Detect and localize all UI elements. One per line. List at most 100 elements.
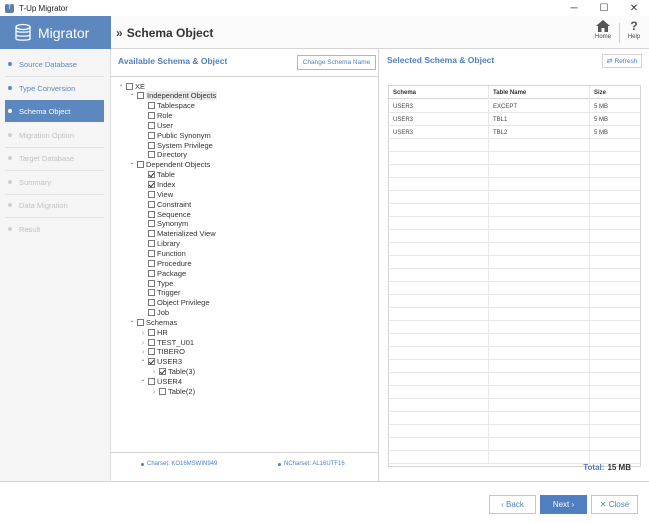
- tree-checkbox[interactable]: [159, 387, 166, 395]
- close-button[interactable]: ✕ Close: [591, 495, 638, 514]
- tree-node[interactable]: Library: [139, 239, 180, 249]
- tree-checkbox[interactable]: [148, 249, 155, 257]
- table-cell: [489, 152, 590, 165]
- tree-checkbox[interactable]: [148, 378, 155, 385]
- tree-node[interactable]: ⌄ Dependent Objects: [128, 160, 210, 170]
- next-button[interactable]: Next ›: [540, 495, 587, 514]
- table-row[interactable]: USER3 TBL2 5 MB: [389, 126, 640, 139]
- collapse-chevron-icon[interactable]: ›: [150, 387, 158, 396]
- tree-checkbox[interactable]: [148, 121, 155, 129]
- tree-node[interactable]: Sequence: [139, 209, 191, 219]
- tree-checkbox[interactable]: [148, 289, 155, 297]
- tree-node[interactable]: › Table(3): [150, 367, 195, 377]
- close-window-button[interactable]: ✕: [619, 0, 649, 16]
- tree-node[interactable]: ⌄ USER4: [139, 377, 182, 387]
- change-schema-name-button[interactable]: Change Schema Name: [297, 55, 376, 70]
- selected-objects-table: Schema Table Name Size USER3 EXCEPT 5 MB USER3…: [388, 85, 641, 467]
- tree-node[interactable]: › Table(2): [150, 386, 195, 396]
- tree-checkbox[interactable]: [148, 102, 155, 110]
- tree-node[interactable]: Object Privilege: [139, 298, 210, 308]
- tree-node[interactable]: Role: [139, 111, 172, 121]
- table-cell: [389, 347, 489, 360]
- step-source-database[interactable]: Source Database: [5, 53, 104, 75]
- tree-checkbox[interactable]: [148, 358, 155, 366]
- tree-checkbox[interactable]: [159, 368, 166, 376]
- collapse-chevron-icon[interactable]: ›: [139, 347, 147, 356]
- tree-checkbox[interactable]: [148, 328, 155, 336]
- tree-checkbox[interactable]: [148, 309, 155, 317]
- tree-node[interactable]: Trigger: [139, 288, 180, 298]
- expand-chevron-icon[interactable]: ⌄: [117, 81, 125, 88]
- column-header[interactable]: Size: [590, 86, 640, 99]
- minimize-button[interactable]: ─: [559, 0, 589, 16]
- back-button[interactable]: ‹ Back: [489, 495, 536, 514]
- tree-checkbox[interactable]: [148, 171, 155, 179]
- tree-checkbox[interactable]: [148, 259, 155, 267]
- expand-chevron-icon[interactable]: ⌄: [128, 159, 136, 166]
- collapse-chevron-icon[interactable]: ›: [139, 338, 147, 347]
- collapse-chevron-icon[interactable]: ›: [150, 367, 158, 376]
- tree-node[interactable]: Type: [139, 278, 173, 288]
- tree-checkbox[interactable]: [148, 190, 155, 198]
- tree-checkbox[interactable]: [148, 151, 155, 159]
- tree-node-label: Table(3): [168, 367, 196, 377]
- tree-checkbox[interactable]: [148, 299, 155, 307]
- collapse-chevron-icon[interactable]: ›: [139, 328, 147, 337]
- empty-table-row: [389, 308, 640, 321]
- expand-chevron-icon[interactable]: ⌄: [139, 376, 147, 383]
- tree-node[interactable]: Index: [139, 180, 175, 190]
- tree-node[interactable]: View: [139, 189, 173, 199]
- tree-checkbox[interactable]: [148, 131, 155, 139]
- tree-checkbox[interactable]: [137, 318, 144, 326]
- tree-node[interactable]: ⌄ USER3: [139, 357, 182, 367]
- schema-object-tree[interactable]: ⌄ XE ⌄ Independent Objects Tablespace Role Use…: [111, 76, 379, 453]
- tree-node[interactable]: Materialized View: [139, 229, 216, 239]
- tree-checkbox[interactable]: [137, 161, 144, 169]
- tree-checkbox[interactable]: [148, 141, 155, 149]
- tree-node[interactable]: Table: [139, 170, 175, 180]
- tree-node[interactable]: Tablespace: [139, 101, 195, 111]
- refresh-button[interactable]: ⇄ Refresh: [602, 54, 642, 68]
- tree-checkbox[interactable]: [148, 240, 155, 248]
- tree-node[interactable]: Public Synonym: [139, 130, 211, 140]
- expand-chevron-icon[interactable]: ⌄: [139, 356, 147, 363]
- tree-node[interactable]: Package: [139, 268, 186, 278]
- expand-chevron-icon[interactable]: ⌄: [128, 90, 136, 97]
- tree-node[interactable]: Function: [139, 248, 186, 258]
- step-type-conversion[interactable]: Type Conversion: [5, 77, 104, 99]
- tree-node[interactable]: › HR: [139, 327, 168, 337]
- tree-checkbox[interactable]: [148, 200, 155, 208]
- table-row[interactable]: USER3 EXCEPT 5 MB: [389, 100, 640, 113]
- tree-checkbox[interactable]: [148, 269, 155, 277]
- tree-checkbox[interactable]: [148, 348, 155, 356]
- tree-checkbox[interactable]: [148, 338, 155, 346]
- step-schema-object[interactable]: Schema Object: [5, 100, 104, 122]
- maximize-button[interactable]: ☐: [589, 0, 619, 16]
- tree-node[interactable]: ⌄ Independent Objects: [128, 90, 218, 101]
- tree-checkbox[interactable]: [126, 82, 133, 90]
- tree-checkbox[interactable]: [137, 92, 144, 100]
- tree-checkbox[interactable]: [148, 279, 155, 287]
- tree-node[interactable]: System Privilege: [139, 140, 213, 150]
- column-header[interactable]: Schema: [389, 86, 489, 99]
- help-button[interactable]: ? Help: [621, 20, 647, 47]
- empty-table-row: [389, 165, 640, 178]
- page-title: » Schema Object: [116, 16, 213, 49]
- tree-checkbox[interactable]: [148, 112, 155, 120]
- tree-node[interactable]: Directory: [139, 150, 187, 160]
- tree-node[interactable]: Synonym: [139, 219, 188, 229]
- tree-checkbox[interactable]: [148, 220, 155, 228]
- tree-node[interactable]: Constraint: [139, 199, 191, 209]
- tree-node[interactable]: › TEST_U01: [139, 337, 194, 347]
- tree-checkbox[interactable]: [148, 181, 155, 188]
- table-row[interactable]: USER3 TBL1 5 MB: [389, 113, 640, 126]
- tree-node[interactable]: Job: [139, 308, 169, 318]
- tree-node[interactable]: Procedure: [139, 258, 192, 268]
- tree-node[interactable]: ⌄ Schemas: [128, 317, 177, 327]
- expand-chevron-icon[interactable]: ⌄: [128, 317, 136, 324]
- column-header[interactable]: Table Name: [489, 86, 590, 99]
- tree-checkbox[interactable]: [148, 210, 155, 218]
- tree-checkbox[interactable]: [148, 230, 155, 238]
- home-button[interactable]: Home: [590, 20, 616, 47]
- tree-node[interactable]: User: [139, 120, 173, 130]
